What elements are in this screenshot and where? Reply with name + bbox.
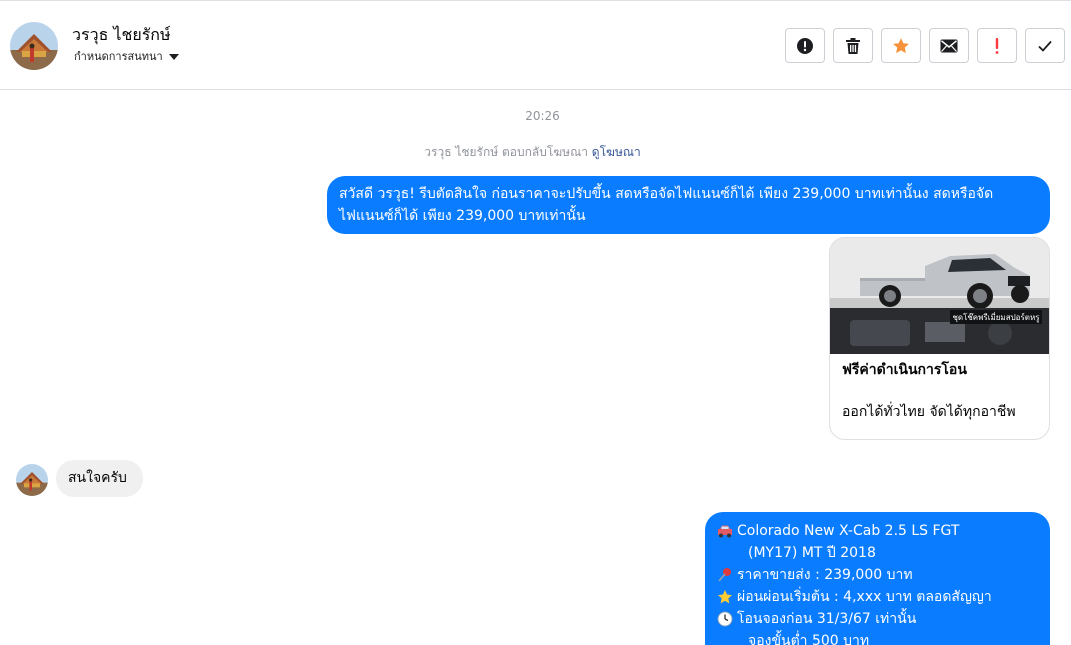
message-line-text: จองขั้นต่ำ 500 บาท bbox=[748, 633, 870, 645]
star-button[interactable] bbox=[881, 28, 921, 63]
message-line-text: โอนจองก่อน 31/3/67 เท่านั้น bbox=[737, 611, 917, 627]
report-button[interactable] bbox=[785, 28, 825, 63]
outgoing-message[interactable]: Colorado New X-Cab 2.5 LS FGT (MY17) MT … bbox=[705, 512, 1050, 645]
contact-avatar[interactable] bbox=[10, 22, 58, 70]
chevron-down-icon bbox=[168, 53, 179, 60]
sender-avatar[interactable] bbox=[16, 464, 48, 496]
message-line: ผ่อนผ่อนเริ่มต้น : 4,xxx บาท ตลอดสัญญา bbox=[717, 586, 1038, 608]
mark-important-button[interactable] bbox=[977, 28, 1017, 63]
checkmark-icon bbox=[1038, 40, 1052, 52]
ad-card[interactable]: ชุดโช๊คพรีเมี่ยมสปอร์ตหรู ฟรีค่าดำเนินกา… bbox=[829, 237, 1050, 440]
message-line-text: ราคาขายส่ง : 239,000 บาท bbox=[737, 567, 913, 583]
contact-name[interactable]: วรวุธ ไชยรักษ์ bbox=[72, 23, 171, 48]
conversation-header: วรวุธ ไชยรักษ์ กำหนดการสนทนา bbox=[0, 0, 1071, 90]
message-line-text: (MY17) MT ปี 2018 bbox=[748, 545, 876, 561]
mark-unread-button[interactable] bbox=[929, 28, 969, 63]
assign-conversation-dropdown[interactable]: กำหนดการสนทนา bbox=[74, 47, 179, 65]
exclamation-circle-icon bbox=[797, 37, 813, 54]
car-icon bbox=[717, 522, 737, 540]
ad-description: ออกได้ทั่วไทย จัดได้ทุกอาชีพ bbox=[842, 404, 1016, 420]
ad-title: ฟรีค่าดำเนินการโอน bbox=[842, 362, 967, 378]
message-line: ราคาขายส่ง : 239,000 บาท bbox=[717, 564, 1038, 586]
star-icon bbox=[717, 588, 737, 606]
message-line: จองขั้นต่ำ 500 บาท bbox=[717, 630, 1038, 645]
ad-reply-text: วรวุธ ไชยรักษ์ ตอบกลับโฆษณา bbox=[424, 145, 588, 159]
view-ad-link[interactable]: ดูโฆษณา bbox=[592, 145, 641, 159]
message-line: Colorado New X-Cab 2.5 LS FGT bbox=[717, 520, 1038, 542]
assign-label: กำหนดการสนทนา bbox=[74, 50, 163, 63]
ad-image-caption: ชุดโช๊คพรีเมี่ยมสปอร์ตหรู bbox=[952, 311, 1040, 323]
ad-reply-notice: วรวุธ ไชยรักษ์ ตอบกลับโฆษณา ดูโฆษณา bbox=[0, 143, 1065, 162]
message-line: (MY17) MT ปี 2018 bbox=[717, 542, 1038, 564]
envelope-icon bbox=[940, 39, 958, 52]
message-text: สนใจครับ bbox=[68, 470, 127, 486]
message-line: โอนจองก่อน 31/3/67 เท่านั้น bbox=[717, 608, 1038, 630]
star-icon bbox=[893, 37, 909, 53]
message-timestamp: 20:26 bbox=[525, 109, 560, 123]
pushpin-icon bbox=[717, 566, 737, 584]
trash-icon bbox=[846, 37, 860, 54]
message-line-text: ผ่อนผ่อนเริ่มต้น : 4,xxx บาท ตลอดสัญญา bbox=[737, 589, 992, 605]
ad-image[interactable]: ชุดโช๊คพรีเมี่ยมสปอร์ตหรู bbox=[830, 238, 1049, 354]
message-text: สวัสดี วรวุธ! รีบตัดสินใจ ก่อนราคาจะปรับ… bbox=[339, 186, 994, 224]
header-actions bbox=[785, 28, 1065, 63]
mark-done-button[interactable] bbox=[1025, 28, 1065, 63]
incoming-message[interactable]: สนใจครับ bbox=[56, 460, 143, 497]
message-line-text: Colorado New X-Cab 2.5 LS FGT bbox=[737, 523, 960, 539]
clock-icon bbox=[717, 610, 737, 628]
exclamation-mark-icon bbox=[995, 37, 999, 54]
outgoing-message[interactable]: สวัสดี วรวุธ! รีบตัดสินใจ ก่อนราคาจะปรับ… bbox=[327, 176, 1050, 234]
delete-button[interactable] bbox=[833, 28, 873, 63]
